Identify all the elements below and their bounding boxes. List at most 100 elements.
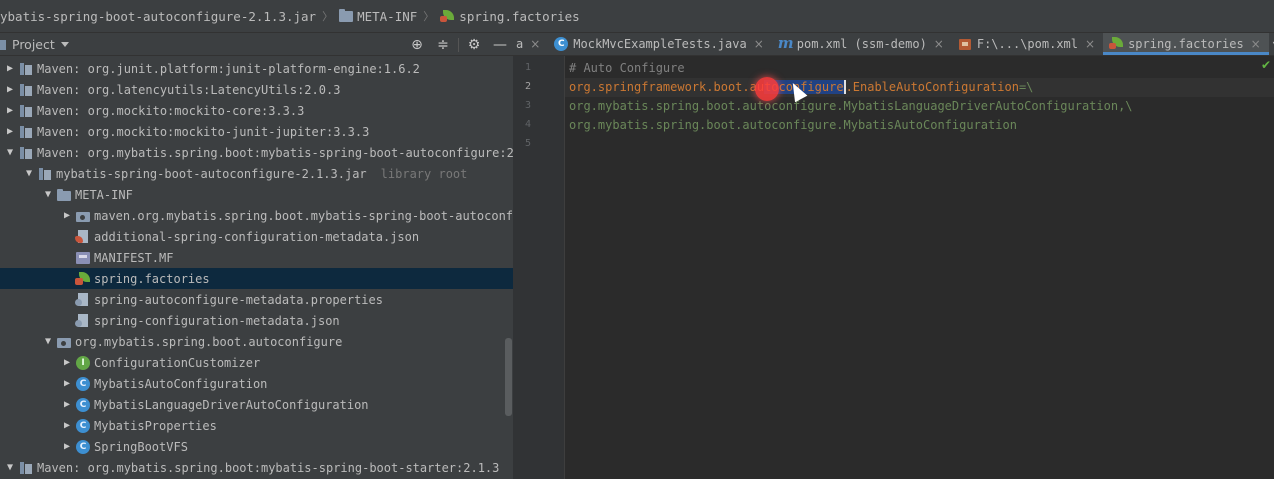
tree-item-label: MybatisProperties [94, 418, 217, 433]
tree-item[interactable]: ▼ Maven: org.mybatis.spring.boot:mybatis-… [0, 142, 513, 163]
package-icon [56, 335, 72, 349]
line-number: 5 [524, 138, 531, 149]
crosshair-icon[interactable]: ⊕ [404, 33, 430, 56]
collapsed-arrow-icon[interactable]: ▶ [61, 420, 73, 431]
class-icon [554, 37, 569, 51]
code-line-4: org.mybatis.spring.boot.autoconfigure.My… [569, 118, 1017, 132]
close-icon[interactable]: × [530, 37, 540, 51]
tree-item[interactable]: ▼ META-INF [0, 184, 513, 205]
line-number: 4 [524, 119, 531, 130]
interface-icon [75, 355, 91, 370]
tree-item[interactable]: ▶ MybatisAutoConfiguration [0, 373, 513, 394]
tree-item-label: MybatisLanguageDriverAutoConfiguration [94, 397, 369, 412]
collapsed-arrow-icon[interactable]: ▶ [61, 357, 73, 368]
tree-item[interactable]: ▶ Maven: org.mockito:mockito-junit-jupite… [0, 121, 513, 142]
code-token-key-tail: .EnableAutoConfiguration [845, 80, 1019, 94]
minimize-icon[interactable]: — [487, 33, 513, 56]
expanded-arrow-icon[interactable]: ▼ [23, 168, 35, 179]
collapsed-arrow-icon[interactable]: ▶ [4, 105, 16, 116]
tabs-overflow-button[interactable]: ▾6 [1269, 33, 1274, 55]
line-number: 1 [524, 62, 531, 73]
breadcrumb-jar-label: ybatis-spring-boot-autoconfigure-2.1.3.j… [0, 8, 317, 24]
editor-tab[interactable]: F:\...\pom.xml × [952, 33, 1103, 55]
tree-item[interactable]: ▼ mybatis-spring-boot-autoconfigure-2.1.3… [0, 163, 513, 184]
tree-item[interactable]: ▶ MybatisProperties [0, 415, 513, 436]
tree-item[interactable]: ▶ Maven: org.mockito:mockito-core:3.3.3 [0, 100, 513, 121]
editor-tab[interactable]: spring.factories × [1103, 33, 1269, 55]
library-icon [18, 83, 34, 97]
breadcrumb-folder-label: META-INF [357, 8, 418, 24]
breadcrumb-folder[interactable]: META-INF [339, 8, 418, 24]
project-tree: ▶ Maven: org.junit.platform:junit-platfor… [0, 58, 513, 478]
expanded-arrow-icon[interactable]: ▼ [4, 147, 16, 158]
expanded-arrow-icon[interactable]: ▼ [4, 462, 16, 473]
code-token-key: org.springframework.boot.au [569, 80, 765, 94]
collapsed-arrow-icon[interactable]: ▶ [61, 210, 73, 221]
close-icon[interactable]: × [1085, 37, 1095, 51]
tree-item[interactable]: ▶ maven.org.mybatis.spring.boot.mybatis-s… [0, 205, 513, 226]
breadcrumb-file-label: spring.factories [459, 8, 580, 24]
json-file-icon [75, 229, 91, 244]
properties-file-icon [75, 313, 91, 328]
gear-icon[interactable]: ⚙ [461, 33, 487, 56]
tree-item[interactable]: MANIFEST.MF [0, 247, 513, 268]
tree-item-label: Maven: org.junit.platform:junit-platform… [37, 61, 420, 76]
tree-item[interactable]: ▶ ConfigurationCustomizer [0, 352, 513, 373]
tree-item-label: META-INF [75, 187, 133, 202]
tree-item[interactable]: additional-spring-configuration-metadata… [0, 226, 513, 247]
tree-item[interactable]: ▼ Maven: org.mybatis.spring.boot:mybatis-… [0, 457, 513, 478]
spring-icon [75, 271, 91, 286]
tree-item-label: ConfigurationCustomizer [94, 355, 261, 370]
class-icon [75, 439, 91, 454]
tree-item[interactable]: ▶ Maven: org.latencyutils:LatencyUtils:2.… [0, 79, 513, 100]
tree-item-hint: library root [380, 166, 468, 181]
tree-item[interactable]: ▼ org.mybatis.spring.boot.autoconfigure [0, 331, 513, 352]
tree-item-label: org.mybatis.spring.boot.autoconfigure [75, 334, 343, 349]
class-icon [75, 376, 91, 391]
tree-item-label: MANIFEST.MF [94, 250, 174, 265]
spring-icon [1109, 37, 1124, 51]
collapsed-arrow-icon[interactable]: ▶ [4, 126, 16, 137]
code-editor[interactable]: 1 2 3 4 5 # Auto Configure org.springfra… [513, 56, 1274, 479]
editor-tab[interactable]: a × [513, 33, 548, 55]
tree-item-label: SpringBootVFS [94, 439, 188, 454]
line-number: 2 [524, 81, 531, 92]
project-view-selector[interactable]: Project [12, 37, 55, 52]
breadcrumb-jar[interactable]: ybatis-spring-boot-autoconfigure-2.1.3.j… [0, 9, 316, 24]
project-scrollbar[interactable] [505, 338, 512, 416]
collapse-icon[interactable]: ≑ [430, 33, 456, 56]
close-icon[interactable]: × [934, 37, 944, 51]
library-icon [18, 104, 34, 118]
expanded-arrow-icon[interactable]: ▼ [42, 189, 54, 200]
tree-item[interactable]: spring-autoconfigure-metadata.properties [0, 289, 513, 310]
expanded-arrow-icon[interactable]: ▼ [42, 336, 54, 347]
tree-item[interactable]: spring.factories [0, 268, 513, 289]
collapsed-arrow-icon[interactable]: ▶ [61, 441, 73, 452]
breadcrumb: ybatis-spring-boot-autoconfigure-2.1.3.j… [0, 0, 1274, 33]
editor-tab[interactable]: MockMvcExampleTests.java × [548, 33, 771, 55]
collapsed-arrow-icon[interactable]: ▶ [61, 378, 73, 389]
collapsed-arrow-icon[interactable]: ▶ [4, 84, 16, 95]
tree-item[interactable]: ▶ Maven: org.junit.platform:junit-platfor… [0, 58, 513, 79]
editor-tab-label: a [516, 37, 524, 51]
manifest-file-icon [75, 251, 91, 265]
package-icon [75, 209, 91, 223]
close-icon[interactable]: × [754, 37, 764, 51]
tree-item[interactable]: ▶ SpringBootVFS [0, 436, 513, 457]
collapsed-arrow-icon[interactable]: ▶ [4, 63, 16, 74]
tree-item[interactable]: spring-configuration-metadata.json [0, 310, 513, 331]
tree-item-label: spring-configuration-metadata.json [94, 313, 340, 328]
breadcrumb-file[interactable]: spring.factories [440, 8, 580, 24]
tree-item[interactable]: ▶ MybatisLanguageDriverAutoConfiguration [0, 394, 513, 415]
close-icon[interactable]: × [1251, 37, 1261, 51]
breadcrumb-separator: 〉 [423, 10, 435, 23]
spring-icon [440, 10, 455, 22]
editor-tab[interactable]: pom.xml (ssm-demo) × [772, 33, 952, 55]
breadcrumb-separator: 〉 [322, 10, 334, 23]
chevron-down-icon[interactable] [60, 41, 69, 47]
editor-tab-label: MockMvcExampleTests.java [573, 37, 747, 51]
collapsed-arrow-icon[interactable]: ▶ [61, 399, 73, 410]
tree-item-label: Maven: org.mockito:mockito-junit-jupiter… [37, 124, 370, 139]
tree-item-label: maven.org.mybatis.spring.boot.mybatis-sp… [94, 208, 513, 223]
tree-item-label: Maven: org.mockito:mockito-core:3.3.3 [37, 103, 305, 118]
